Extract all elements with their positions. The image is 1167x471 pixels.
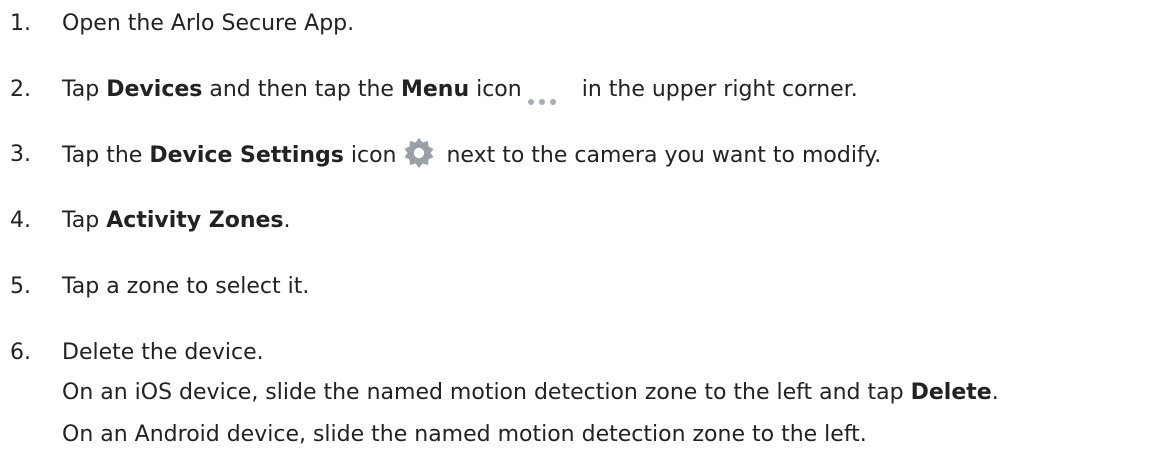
step-text: Tap Activity Zones. [62, 205, 291, 237]
activity-zones-label: Activity Zones [106, 208, 284, 233]
step-text-part: . [283, 208, 291, 233]
step-text-part: and then tap the [202, 77, 401, 102]
step-text-part: On an iOS device, slide the named motion… [62, 380, 911, 405]
step-text: Open the Arlo Secure App. [62, 11, 355, 36]
ios-instruction: On an iOS device, slide the named motion… [62, 377, 999, 409]
step-text: Tap Devices and then tap the Menu icon in… [62, 74, 858, 106]
step-text: Tap a zone to select it. [62, 274, 310, 299]
step-number: 4. [10, 208, 31, 233]
step-text-part: . [991, 380, 999, 405]
more-horizontal-dots-icon [527, 83, 574, 105]
menu-label: Menu [400, 77, 470, 102]
step-text-part: icon [469, 77, 522, 102]
android-instruction: On an Android device, slide the named mo… [62, 422, 867, 447]
step-text: Tap the Device Settings icon next to the… [62, 138, 882, 173]
devices-label: Devices [106, 77, 203, 102]
gear-icon [404, 138, 434, 168]
step-text: Delete the device. [62, 340, 264, 365]
step-text-part: icon [343, 143, 397, 168]
device-settings-label: Device Settings [149, 143, 344, 168]
step-number: 5. [10, 274, 31, 299]
step-text-part: Tap the [62, 143, 150, 168]
step-text-part: Tap [62, 77, 107, 102]
step-number: 2. [10, 77, 31, 102]
step-text-part: next to the camera you want to modify. [446, 143, 882, 168]
step-number: 6. [10, 340, 31, 365]
step-number: 3. [10, 142, 31, 167]
delete-label: Delete [910, 380, 992, 405]
step-text-part: Tap [62, 208, 107, 233]
step-number: 1. [10, 11, 31, 36]
step-text-part: in the upper right corner. [581, 77, 858, 102]
